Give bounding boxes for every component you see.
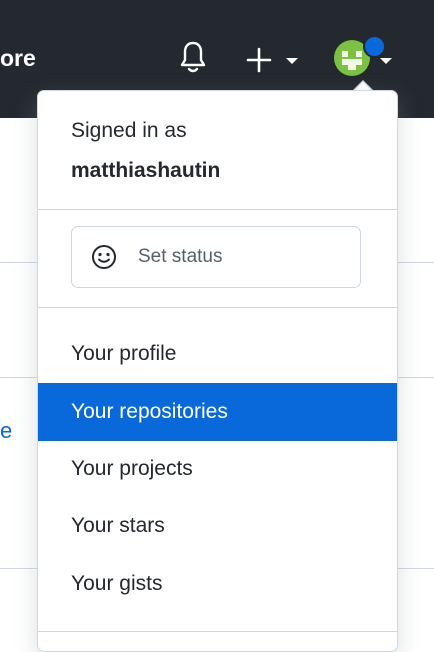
nav-link-explore[interactable]: ore bbox=[0, 44, 36, 72]
set-status-label: Set status bbox=[138, 246, 223, 267]
plus-icon[interactable] bbox=[246, 47, 272, 73]
username: matthiashautin bbox=[71, 159, 221, 182]
chevron-down-icon[interactable] bbox=[284, 56, 300, 66]
signed-in-label: Signed in as bbox=[71, 119, 187, 142]
smiley-icon bbox=[92, 245, 116, 269]
menu-item-your-gists[interactable]: Your gists bbox=[38, 555, 397, 613]
chevron-down-icon[interactable] bbox=[378, 56, 394, 66]
menu-item-your-profile[interactable]: Your profile bbox=[38, 325, 397, 383]
menu-item-your-stars[interactable]: Your stars bbox=[38, 497, 397, 555]
user-dropdown-menu: Signed in as matthiashautin Set status Y… bbox=[37, 90, 398, 652]
set-status-button[interactable]: Set status bbox=[71, 226, 361, 288]
status-indicator-dot bbox=[363, 35, 386, 58]
menu-divider bbox=[38, 631, 397, 632]
menu-item-your-repositories[interactable]: Your repositories bbox=[38, 383, 397, 441]
menu-item-your-projects[interactable]: Your projects bbox=[38, 440, 397, 498]
menu-divider bbox=[38, 209, 397, 210]
bell-icon[interactable] bbox=[180, 40, 206, 74]
menu-divider bbox=[38, 307, 397, 308]
page-link-fragment[interactable]: e bbox=[0, 418, 12, 444]
